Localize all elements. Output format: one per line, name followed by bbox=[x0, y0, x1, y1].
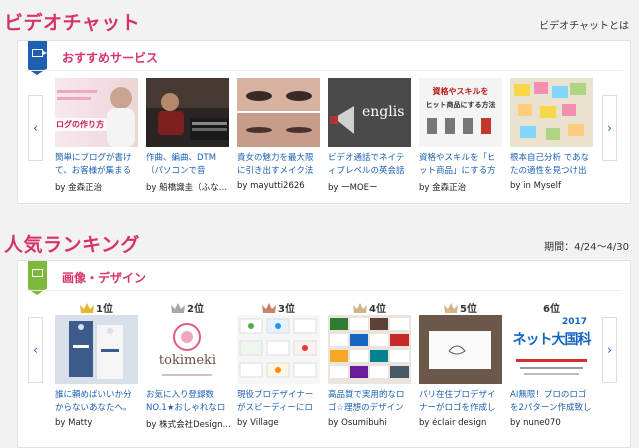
rank-badge: 5位 bbox=[419, 300, 502, 315]
thumbnail-caption: ログの作り方 bbox=[55, 118, 107, 131]
crown-silver-icon bbox=[171, 303, 186, 313]
service-author: by mayutti2626 bbox=[237, 181, 305, 191]
thumbnail-caption: ヒット商品にする方法 bbox=[425, 101, 496, 109]
crown-icon bbox=[444, 303, 459, 313]
service-author: by nune070 bbox=[510, 418, 561, 428]
service-title-link[interactable]: AI無限！プロのロゴを2パターン作成致し bbox=[510, 389, 593, 415]
thumbnail-art bbox=[57, 87, 135, 147]
thumbnail-caption: 資格やスキルを bbox=[432, 87, 489, 96]
rank-label: 4位 bbox=[369, 304, 386, 315]
service-title-link[interactable]: 現役プロデザイナーがスピーディーにロゴを bbox=[237, 389, 320, 415]
service-author: by 船橋識圭（ふな… bbox=[146, 183, 228, 193]
service-thumbnail bbox=[510, 78, 593, 147]
carousel-next-button[interactable]: › bbox=[602, 95, 617, 161]
service-author: by 金森正治 bbox=[419, 183, 467, 193]
thumbnail-art bbox=[69, 321, 123, 379]
service-thumbnail: ログの作り方 bbox=[55, 78, 138, 147]
service-title-link[interactable]: 資格やスキルを「ヒット商品」にする方法教 bbox=[419, 152, 502, 178]
thumbnail-art bbox=[237, 78, 320, 147]
thumbnail-caption: englis bbox=[362, 104, 405, 120]
service-title-link[interactable]: パリ在住プロデザイナーがロゴを作成します bbox=[419, 389, 502, 415]
service-author: by Osumibuhi bbox=[328, 418, 387, 428]
crown-gold-icon bbox=[80, 303, 95, 313]
rank-label: 1位 bbox=[96, 304, 113, 315]
service-thumbnail: 2017 ネット大国科 bbox=[510, 315, 593, 384]
video-camera-icon bbox=[28, 41, 47, 75]
rank-label: 2位 bbox=[187, 304, 204, 315]
rank-label: 6位 bbox=[543, 304, 560, 315]
service-author: by 金森正治 bbox=[55, 183, 103, 193]
service-thumbnail bbox=[419, 315, 502, 384]
service-author: by 株式会社Design… bbox=[146, 420, 231, 430]
service-thumbnail: englis bbox=[328, 78, 411, 147]
service-thumbnail bbox=[328, 315, 411, 384]
chevron-left-icon: ‹ bbox=[33, 343, 38, 357]
thumbnail-caption: tokimeki bbox=[158, 353, 217, 368]
service-title-link[interactable]: お気に入り登録数NO.1★おしゃれなロ bbox=[146, 389, 229, 415]
rank-badge: 1位 bbox=[55, 300, 138, 315]
service-title-link[interactable]: ビデオ通話でネイティブレベルの英会話を教 bbox=[328, 152, 411, 178]
thumbnail-art bbox=[516, 359, 587, 375]
ranking-heading: 人気ランキング bbox=[4, 234, 140, 256]
service-title-link[interactable]: 根本自己分析 であなたの適性を見つけ出し bbox=[510, 152, 593, 178]
service-thumbnail: 資格やスキルを ヒット商品にする方法 bbox=[419, 78, 502, 147]
carousel-prev-button[interactable]: ‹ bbox=[28, 95, 43, 161]
panel-title: おすすめサービス bbox=[62, 51, 159, 65]
service-author: by 一MOEー bbox=[328, 183, 378, 193]
panel-title: 画像・デザイン bbox=[62, 271, 147, 285]
service-author: by Matty bbox=[55, 418, 93, 428]
service-author: by éclair design bbox=[419, 418, 487, 428]
service-thumbnail bbox=[237, 315, 320, 384]
carousel-next-button[interactable]: › bbox=[602, 317, 617, 383]
service-title-link[interactable]: 貴女の魅力を最大限に引き出すメイク法を教 bbox=[237, 152, 320, 178]
chevron-right-icon: › bbox=[607, 343, 612, 357]
thumbnail-art bbox=[146, 78, 229, 140]
service-thumbnail bbox=[237, 78, 320, 147]
service-title-link[interactable]: 作曲、編曲、DTM（パソコンで音 bbox=[146, 152, 229, 178]
crown-bronze-icon bbox=[262, 303, 277, 313]
service-author: by in Myself bbox=[510, 181, 561, 191]
service-title-link[interactable]: 高品質で実用的なロゴ☆理想のデザインを作 bbox=[328, 389, 411, 415]
thumbnail-art bbox=[162, 323, 212, 376]
service-thumbnail: tokimeki bbox=[146, 315, 229, 384]
thumbnail-art bbox=[514, 82, 586, 140]
service-thumbnail bbox=[146, 78, 229, 147]
chevron-right-icon: › bbox=[607, 121, 612, 135]
rank-label: 5位 bbox=[460, 304, 477, 315]
rank-badge: 2位 bbox=[146, 300, 229, 315]
rank-badge: 4位 bbox=[328, 300, 411, 315]
service-title-link[interactable]: 誰に頼めばいいか分からないあなたへ。ロゴ bbox=[55, 389, 138, 415]
service-author: by Village bbox=[237, 418, 279, 428]
image-icon bbox=[28, 261, 47, 295]
video-chat-heading: ビデオチャット bbox=[4, 12, 141, 34]
service-title-link[interactable]: 簡単にブログが書けて、お客様が集まる方 bbox=[55, 152, 138, 178]
chevron-left-icon: ‹ bbox=[33, 121, 38, 135]
about-video-chat-link[interactable]: ビデオチャットとは bbox=[539, 17, 629, 32]
thumbnail-art bbox=[330, 318, 409, 378]
divider bbox=[26, 290, 622, 291]
ranking-panel: 画像・デザイン ‹ › 1位 誰に頼めばいいか分からないあなたへ。ロゴ by M… bbox=[17, 260, 631, 448]
thumbnail-art bbox=[239, 318, 317, 378]
ranking-period: 期間：4/24〜4/30 bbox=[544, 242, 629, 253]
carousel-prev-button[interactable]: ‹ bbox=[28, 317, 43, 383]
divider bbox=[26, 70, 622, 71]
rank-label: 3位 bbox=[278, 304, 295, 315]
recommended-services-panel: おすすめサービス ‹ › ログの作り方 簡単にブログが書けて、お客様が集まる方 … bbox=[17, 40, 631, 204]
crown-icon bbox=[353, 303, 368, 313]
rank-badge: 3位 bbox=[237, 300, 320, 315]
thumbnail-art bbox=[419, 315, 502, 384]
rank-badge: 6位 bbox=[510, 300, 593, 315]
service-thumbnail bbox=[55, 315, 138, 384]
